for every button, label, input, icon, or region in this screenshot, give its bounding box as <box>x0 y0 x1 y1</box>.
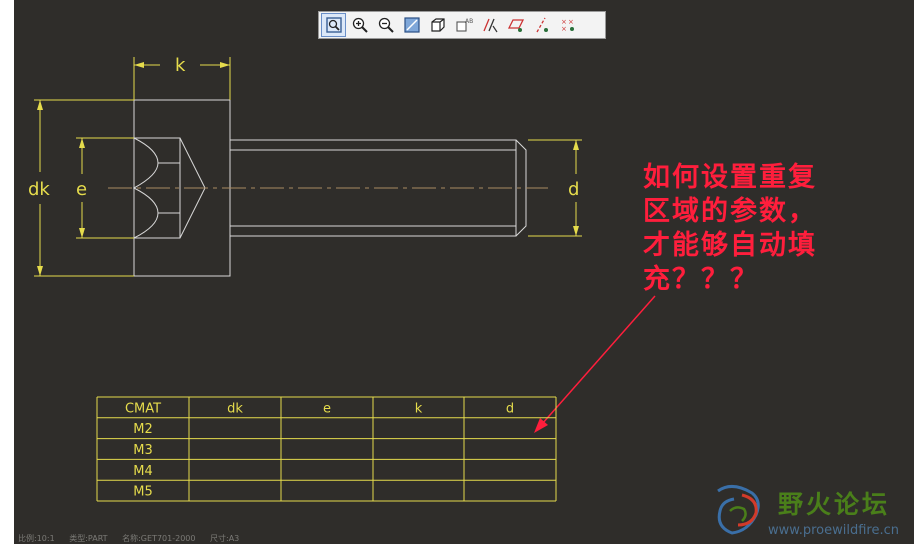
table-cell: M4 <box>133 464 153 479</box>
status-scale: 比例:10:1 <box>18 534 55 543</box>
annotation-arrow <box>534 295 656 433</box>
status-bar: 比例:10:1 类型:PART 名称:GET701-2000 尺寸:A3 <box>18 533 251 544</box>
dimension-dk-label: dk <box>28 179 50 200</box>
annotation-line: 区域的参数， <box>643 196 817 227</box>
annotation-line: 如何设置重复 <box>643 162 817 193</box>
table-header-cell: e <box>323 401 331 416</box>
status-name: 名称:GET701-2000 <box>122 534 196 543</box>
table-header-cell: d <box>506 401 514 416</box>
repeat-region-table[interactable]: CMAT dk e k d M2 M3 M4 M5 <box>96 396 557 502</box>
logo-url: www.proewildfire.cn <box>768 523 899 538</box>
table-header-cell: CMAT <box>125 401 161 416</box>
dimension-e-label: e <box>76 179 87 200</box>
question-annotation: 如何设置重复 区域的参数， 才能够自动填 充？？？ <box>643 161 883 297</box>
table-header-cell: k <box>415 401 423 416</box>
annotation-line: 才能够自动填 <box>643 230 817 261</box>
logo-title: 野火论坛 <box>778 490 891 519</box>
table-cell: M3 <box>133 443 153 458</box>
table-cell: M5 <box>133 485 153 500</box>
status-size: 尺寸:A3 <box>210 534 240 543</box>
table-header-cell: dk <box>227 401 243 416</box>
dimension-d-label: d <box>568 179 579 200</box>
status-type: 类型:PART <box>69 534 108 543</box>
table-cell: M2 <box>133 422 153 437</box>
dimension-k-label: k <box>175 55 186 76</box>
forum-watermark: 野火论坛 www.proewildfire.cn <box>712 481 912 543</box>
annotation-line: 充？？？ <box>643 264 759 295</box>
